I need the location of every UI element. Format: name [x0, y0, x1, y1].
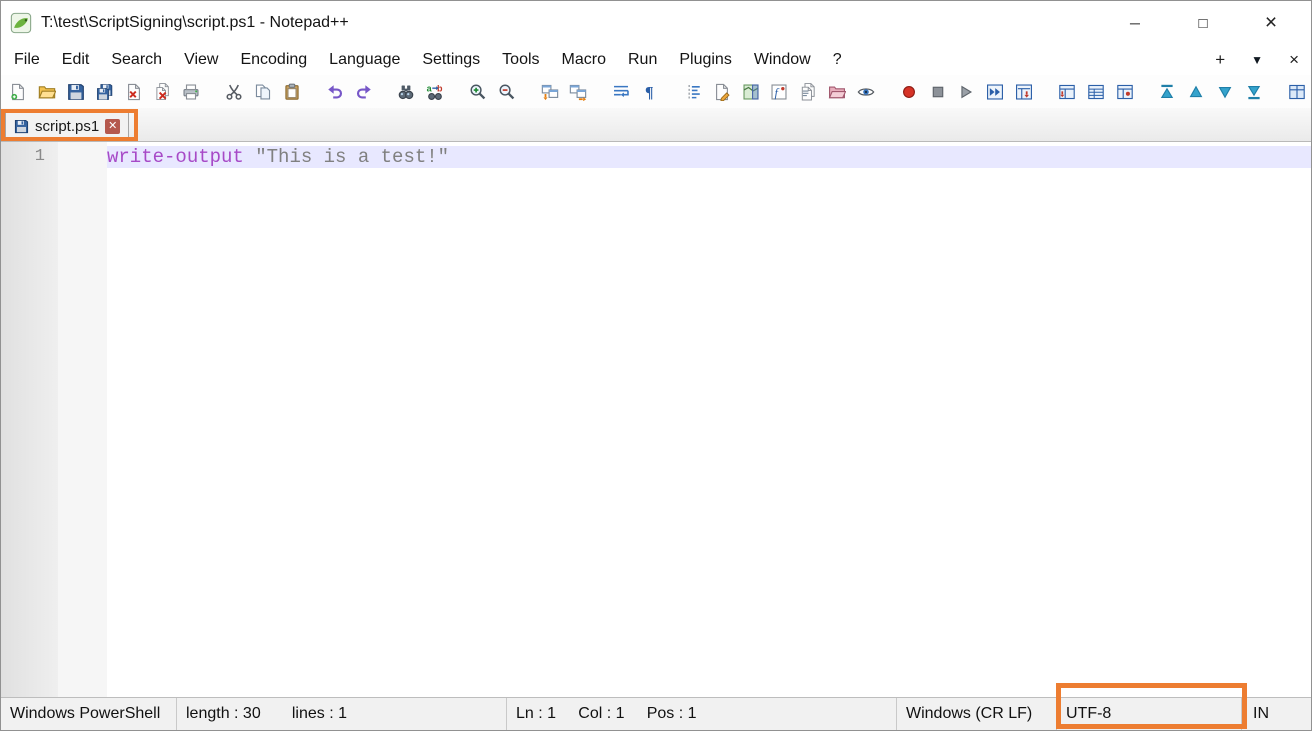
menu-item-macro[interactable]: Macro	[551, 51, 617, 68]
document-map-button[interactable]	[739, 79, 762, 105]
nav-previous-button[interactable]	[1185, 79, 1208, 105]
close-all-button[interactable]	[151, 79, 174, 105]
menu-item-edit[interactable]: Edit	[51, 51, 101, 68]
word-wrap-button[interactable]	[610, 79, 633, 105]
status-length-lines[interactable]: length : 30 lines : 1	[177, 698, 507, 730]
undo-button[interactable]	[323, 79, 346, 105]
macro-record-button[interactable]	[897, 79, 920, 105]
menu-item-search[interactable]: Search	[100, 51, 173, 68]
menu-item-plugins[interactable]: Plugins	[668, 51, 742, 68]
menu-item-file[interactable]: File	[3, 51, 51, 68]
new-tab-button[interactable]: +	[1215, 45, 1225, 75]
print-button[interactable]	[180, 79, 203, 105]
function-list-button[interactable]: f	[768, 79, 791, 105]
define-language-button[interactable]	[710, 79, 733, 105]
saved-file-icon	[14, 119, 29, 134]
sync-vertical-scroll-button[interactable]	[538, 79, 561, 105]
line-number: 1	[1, 146, 58, 168]
status-typing-mode[interactable]: IN	[1242, 698, 1311, 730]
nav-last-button[interactable]	[1242, 79, 1265, 105]
macro-save-button[interactable]	[1013, 79, 1036, 105]
fold-margin	[58, 142, 107, 697]
plugin-table-1-button[interactable]	[1056, 79, 1079, 105]
plugin-table-2-button[interactable]	[1084, 79, 1107, 105]
zoom-in-button[interactable]	[467, 79, 490, 105]
show-indent-guide-button[interactable]	[682, 79, 705, 105]
sync-horizontal-scroll-button[interactable]	[567, 79, 590, 105]
menu-items: FileEditSearchViewEncodingLanguageSettin…	[3, 45, 853, 75]
file-monitoring-button[interactable]	[855, 79, 878, 105]
menu-right-controls: + ▼ ×	[1215, 45, 1299, 75]
menu-item-language[interactable]: Language	[318, 51, 411, 68]
nav-first-button[interactable]	[1156, 79, 1179, 105]
menu-bar: FileEditSearchViewEncodingLanguageSettin…	[1, 45, 1311, 75]
menu-item-help[interactable]: ?	[822, 51, 853, 68]
tab-label: script.ps1	[35, 118, 99, 135]
minimize-button[interactable]: ─	[1101, 15, 1169, 31]
svg-text:a: a	[427, 83, 433, 93]
window-controls: ─ □ ×	[1101, 1, 1305, 45]
menu-item-encoding[interactable]: Encoding	[229, 51, 318, 68]
menu-item-settings[interactable]: Settings	[411, 51, 491, 68]
macro-run-multiple-button[interactable]	[984, 79, 1007, 105]
new-file-button[interactable]	[7, 79, 30, 105]
status-doc-type[interactable]: Windows PowerShell	[1, 698, 177, 730]
status-line-ending[interactable]: Windows (CR LF)	[897, 698, 1057, 730]
tab-bar: script.ps1 ✕	[1, 108, 1311, 142]
line-number-margin: 1	[1, 142, 58, 697]
tab-close-icon[interactable]: ✕	[105, 119, 120, 134]
plugin-table-3-button[interactable]	[1113, 79, 1136, 105]
macro-stop-button[interactable]	[926, 79, 949, 105]
status-encoding[interactable]: UTF-8	[1057, 698, 1242, 730]
macro-playback-button[interactable]	[955, 79, 978, 105]
redo-button[interactable]	[352, 79, 375, 105]
code-line-1: write-output "This is a test!"	[107, 146, 1311, 168]
copy-button[interactable]	[252, 79, 275, 105]
menu-item-window[interactable]: Window	[743, 51, 822, 68]
window-title: T:\test\ScriptSigning\script.ps1 - Notep…	[41, 14, 349, 32]
menu-item-tools[interactable]: Tools	[491, 51, 550, 68]
token-separator	[244, 146, 255, 168]
zoom-out-button[interactable]	[495, 79, 518, 105]
open-file-button[interactable]	[36, 79, 59, 105]
status-bar: Windows PowerShell length : 30 lines : 1…	[1, 697, 1311, 730]
save-all-button[interactable]	[93, 79, 116, 105]
svg-text:¶: ¶	[645, 84, 654, 100]
find-button[interactable]	[395, 79, 418, 105]
menu-item-view[interactable]: View	[173, 51, 229, 68]
tab-script-ps1[interactable]: script.ps1 ✕	[5, 110, 129, 141]
cut-button[interactable]	[223, 79, 246, 105]
notepadpp-icon	[10, 12, 32, 34]
title-bar: T:\test\ScriptSigning\script.ps1 - Notep…	[1, 1, 1311, 45]
code-area[interactable]: write-output "This is a test!"	[107, 142, 1311, 697]
close-file-button[interactable]	[122, 79, 145, 105]
panel-grid-button[interactable]	[1285, 79, 1308, 105]
tab-list-button[interactable]: ▼	[1251, 45, 1263, 75]
maximize-button[interactable]: □	[1169, 15, 1237, 32]
token-string: "This is a test!"	[255, 146, 449, 168]
save-file-button[interactable]	[65, 79, 88, 105]
replace-button[interactable]: ab	[424, 79, 447, 105]
editor[interactable]: 1 write-output "This is a test!"	[1, 142, 1311, 697]
close-document-button[interactable]: ×	[1289, 45, 1299, 75]
notepadpp-window: T:\test\ScriptSigning\script.ps1 - Notep…	[0, 0, 1312, 731]
status-cursor-position[interactable]: Ln : 1 Col : 1 Pos : 1	[507, 698, 897, 730]
close-button[interactable]: ×	[1237, 11, 1305, 35]
token-keyword: write-output	[107, 146, 244, 168]
paste-button[interactable]	[280, 79, 303, 105]
toolbar: ab ¶ f	[1, 75, 1311, 108]
document-list-button[interactable]	[797, 79, 820, 105]
nav-next-button[interactable]	[1214, 79, 1237, 105]
menu-item-run[interactable]: Run	[617, 51, 668, 68]
show-all-characters-button[interactable]: ¶	[639, 79, 662, 105]
folder-as-workspace-button[interactable]	[826, 79, 849, 105]
